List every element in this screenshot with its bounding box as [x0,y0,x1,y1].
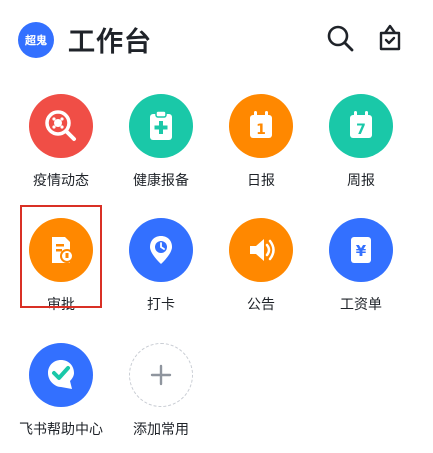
app-label: 打卡 [147,297,175,313]
search-icon [327,25,354,52]
speaker-icon [229,218,293,282]
help-check-shield-icon [29,343,93,407]
app-label: 添加常用 [133,422,189,438]
app-label: 周报 [347,173,375,189]
header: 超鬼 工作台 [0,0,433,80]
plus-icon [129,343,193,407]
yen-document-icon: ¥ [329,218,393,282]
app-label: 公告 [247,297,275,313]
daily-calendar-icon: 1 [229,94,293,158]
app-label: 疫情动态 [33,173,89,189]
app-weekly-report[interactable]: 7 周报 [313,94,409,204]
page-title: 工作台 [68,27,152,58]
app-label: 审批 [47,297,75,313]
virus-search-icon [29,94,93,158]
app-epidemic-news[interactable]: 疫情动态 [13,94,109,204]
approval-document-icon [29,218,93,282]
app-label: 日报 [247,173,275,189]
app-label: 飞书帮助中心 [19,422,103,438]
calendar-day: 1 [256,122,266,138]
location-pin-icon [129,218,193,282]
app-help-center[interactable]: 飞书帮助中心 [13,343,109,453]
app-daily-report[interactable]: 1 日报 [213,94,309,204]
app-announcement[interactable]: 公告 [213,218,309,328]
weekly-calendar-icon: 7 [329,94,393,158]
app-store-button[interactable] [372,20,408,56]
app-payslip[interactable]: ¥ 工资单 [313,218,409,328]
shopping-bag-icon [379,24,401,51]
yen-symbol: ¥ [356,242,367,260]
app-approval[interactable]: 审批 [13,218,109,328]
app-label: 工资单 [340,297,382,313]
avatar-text: 超鬼 [25,34,47,47]
search-button[interactable] [322,20,358,56]
app-check-in[interactable]: 打卡 [113,218,209,328]
add-favorite-button[interactable]: 添加常用 [113,343,209,453]
app-health-report[interactable]: 健康报备 [113,94,209,204]
calendar-day: 7 [356,122,366,138]
app-label: 健康报备 [133,173,189,189]
medical-clipboard-icon [129,94,193,158]
avatar[interactable]: 超鬼 [18,22,54,58]
